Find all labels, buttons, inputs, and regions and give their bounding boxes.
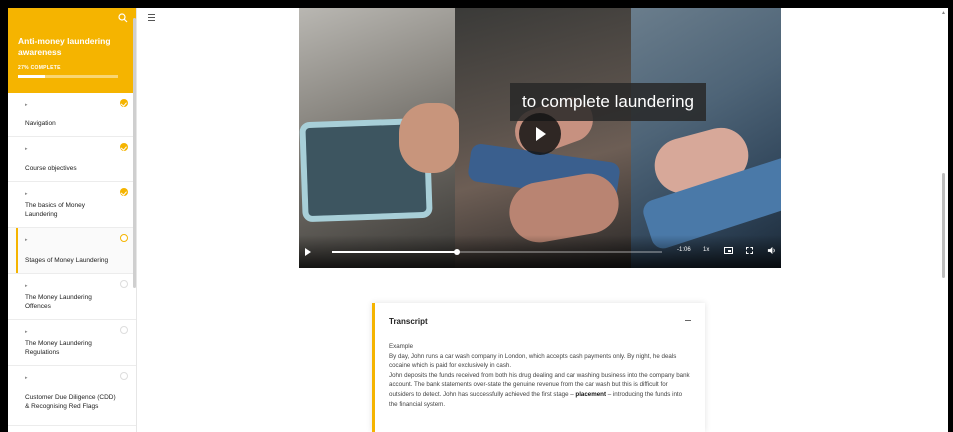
volume-icon[interactable] bbox=[767, 246, 776, 255]
course-header: Anti-money laundering awareness 27% COMP… bbox=[8, 8, 136, 93]
in-progress-icon bbox=[120, 234, 128, 242]
completed-check-icon bbox=[120, 188, 128, 196]
sidebar-item-basics[interactable]: ▸ The basics of Money Laundering bbox=[8, 182, 136, 228]
transcript-paragraph: By day, John runs a car wash company in … bbox=[389, 352, 677, 370]
playback-speed-button[interactable]: 1x bbox=[703, 247, 709, 253]
collapse-icon[interactable] bbox=[685, 320, 691, 321]
sidebar-item-label: The basics of Money Laundering bbox=[25, 202, 85, 218]
video-controls: -1:06 1x bbox=[299, 235, 781, 268]
sidebar-item-label: Course objectives bbox=[25, 164, 77, 172]
main-content: ▲ to complete laundering -1:06 1x Transc… bbox=[138, 8, 948, 432]
transcript-emphasis: placement bbox=[575, 390, 607, 398]
sidebar-item-cdd[interactable]: ▸ Customer Due Diligence (CDD) & Recogni… bbox=[8, 366, 136, 426]
sidebar-item-stages[interactable]: ▸ Stages of Money Laundering bbox=[8, 228, 136, 274]
expand-icon: ▸ bbox=[25, 191, 28, 197]
sidebar-item-course-objectives[interactable]: ▸ Course objectives bbox=[8, 137, 136, 182]
fullscreen-icon[interactable] bbox=[746, 247, 753, 254]
transcript-panel: Transcript Example By day, John runs a c… bbox=[372, 303, 705, 432]
hamburger-menu-icon[interactable] bbox=[148, 14, 155, 21]
app-window: Anti-money laundering awareness 27% COMP… bbox=[8, 8, 948, 432]
sidebar-item-label: The Money Laundering Offences bbox=[25, 294, 92, 310]
completed-check-icon bbox=[120, 99, 128, 107]
seek-handle[interactable] bbox=[454, 249, 461, 255]
sidebar-item-offences[interactable]: ▸ The Money Laundering Offences bbox=[8, 274, 136, 320]
main-scrollbar[interactable] bbox=[942, 173, 945, 278]
expand-icon: ▸ bbox=[25, 329, 28, 335]
progress-bar-fill bbox=[18, 75, 45, 78]
time-remaining: -1:06 bbox=[677, 247, 691, 253]
expand-icon: ▸ bbox=[25, 283, 28, 289]
play-button[interactable] bbox=[305, 248, 311, 256]
sidebar-item-navigation[interactable]: ▸ Navigation bbox=[8, 93, 136, 137]
course-sidebar: Anti-money laundering awareness 27% COMP… bbox=[8, 8, 137, 432]
sidebar-item-label: Customer Due Diligence (CDD) & Recognisi… bbox=[25, 394, 116, 410]
hand-image bbox=[399, 103, 459, 173]
transcript-body: Example By day, John runs a car wash com… bbox=[389, 342, 691, 409]
search-icon[interactable] bbox=[118, 13, 128, 23]
sidebar-item-label: The Money Laundering Regulations bbox=[25, 340, 92, 356]
transcript-example-label: Example bbox=[389, 343, 414, 350]
not-started-icon bbox=[120, 326, 128, 334]
sidebar-item-regulations[interactable]: ▸ The Money Laundering Regulations bbox=[8, 320, 136, 366]
transcript-paragraph: John deposits the funds received from bo… bbox=[389, 371, 691, 409]
transcript-title: Transcript bbox=[389, 317, 428, 326]
play-icon[interactable] bbox=[519, 113, 561, 155]
picture-in-picture-icon[interactable] bbox=[724, 247, 733, 254]
progress-bar bbox=[18, 75, 118, 78]
expand-icon: ▸ bbox=[25, 102, 28, 108]
sidebar-item-label: Navigation bbox=[25, 119, 56, 127]
not-started-icon bbox=[120, 372, 128, 380]
sidebar-item-label: Stages of Money Laundering bbox=[25, 256, 109, 264]
seek-bar[interactable] bbox=[332, 249, 662, 255]
sidebar-scrollbar[interactable] bbox=[133, 18, 136, 288]
expand-icon: ▸ bbox=[25, 146, 28, 152]
expand-icon: ▸ bbox=[25, 237, 28, 243]
seek-bar-fill bbox=[332, 251, 458, 253]
progress-label: 27% COMPLETE bbox=[18, 65, 61, 71]
course-title: Anti-money laundering awareness bbox=[18, 36, 111, 57]
expand-icon: ▸ bbox=[25, 375, 28, 381]
not-started-icon bbox=[120, 280, 128, 288]
video-player[interactable]: to complete laundering -1:06 1x bbox=[299, 8, 781, 268]
scroll-up-icon[interactable]: ▲ bbox=[941, 10, 946, 16]
completed-check-icon bbox=[120, 143, 128, 151]
